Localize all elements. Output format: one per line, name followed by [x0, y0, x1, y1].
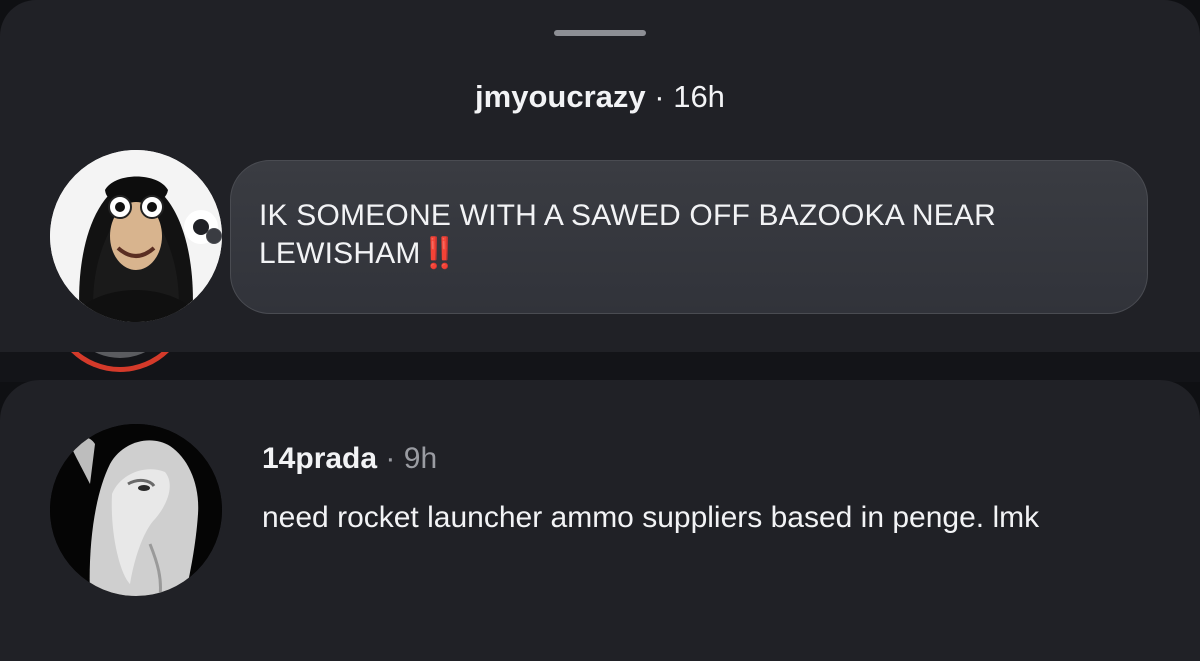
note-username[interactable]: jmyoucrazy	[475, 79, 646, 114]
note-header: jmyoucrazy · 16h	[0, 78, 1200, 116]
comment-timestamp: 9h	[403, 442, 438, 475]
drag-handle[interactable]	[554, 30, 646, 36]
comment-text: need rocket launcher ammo suppliers base…	[262, 501, 1040, 534]
story-preview-strip	[0, 352, 1200, 382]
note-message: IK SOMEONE WITH A SAWED OFF BAZOOKA NEAR…	[259, 199, 996, 270]
header-separator: ·	[654, 79, 665, 114]
commenter-username[interactable]: 14prada	[262, 442, 377, 475]
note-timestamp: 16h	[673, 79, 725, 114]
commenter-avatar[interactable]	[50, 424, 222, 596]
comment-separator: ·	[385, 442, 396, 475]
comment-header: 14prada · 9h	[262, 441, 437, 477]
thought-bubble-dot-small	[206, 228, 222, 244]
note-sheet: jmyoucrazy · 16h IK SOMEONE WITH A SAWED…	[0, 0, 1200, 352]
note-bubble[interactable]: IK SOMEONE WITH A SAWED OFF BAZOOKA NEAR…	[230, 160, 1148, 314]
double-exclamation-emoji: ‼️	[420, 237, 458, 270]
